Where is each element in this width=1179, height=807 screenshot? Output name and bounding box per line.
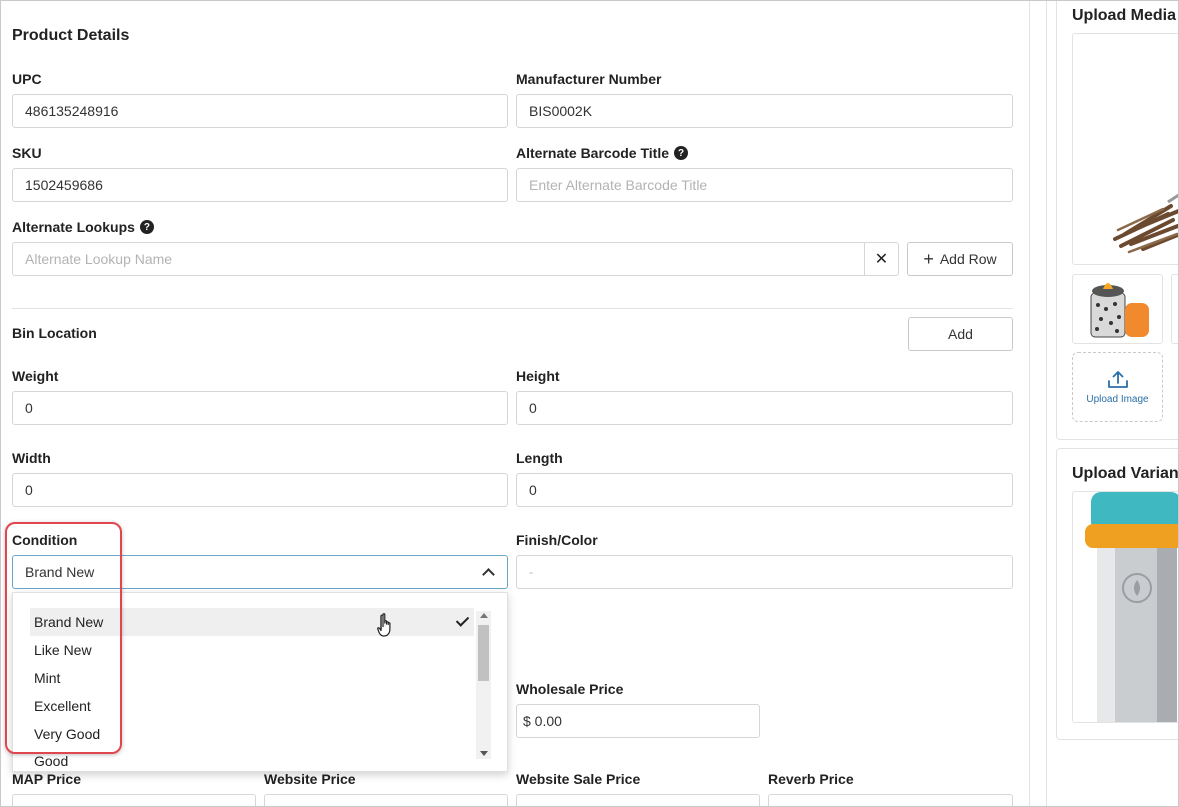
upc-label: UPC (12, 71, 42, 87)
width-input[interactable]: 0 (12, 473, 508, 507)
upload-variant-title: Upload Variant (1072, 465, 1179, 482)
condition-dropdown: Brand New Like New Mint Excellent Very G… (12, 592, 508, 772)
weight-input[interactable]: 0 (12, 391, 508, 425)
plus-icon: + (923, 249, 934, 269)
product-thumbnail[interactable] (1072, 274, 1163, 344)
finish-color-input[interactable]: - (516, 555, 1013, 589)
sku-input[interactable]: 1502459686 (12, 168, 508, 202)
condition-option[interactable]: Very Good (30, 720, 474, 748)
map-price-label: MAP Price (12, 771, 81, 787)
website-sale-price-input[interactable] (516, 794, 760, 807)
upload-icon (1107, 370, 1128, 388)
manufacturer-number-input[interactable]: BIS0002K (516, 94, 1013, 128)
check-icon (455, 613, 470, 627)
condition-option[interactable]: Good (34, 753, 68, 769)
width-label: Width (12, 450, 51, 466)
height-input[interactable]: 0 (516, 391, 1013, 425)
upload-image-button[interactable]: Upload Image (1072, 352, 1163, 422)
stove-thumbnail-picture (1090, 283, 1149, 338)
add-bin-location-button[interactable]: Add (908, 317, 1013, 351)
alternate-lookup-input[interactable]: Alternate Lookup Name (13, 243, 864, 275)
dropdown-scrollbar[interactable] (476, 611, 491, 759)
finish-color-label: Finish/Color (516, 532, 598, 548)
condition-option[interactable]: Excellent (30, 692, 474, 720)
manufacturer-number-label: Manufacturer Number (516, 71, 662, 87)
wholesale-price-input[interactable]: $ 0.00 (516, 704, 760, 738)
condition-option[interactable]: Mint (30, 664, 474, 692)
alternate-barcode-title-input[interactable]: Enter Alternate Barcode Title (516, 168, 1013, 202)
alternate-lookup-field: Alternate Lookup Name ✕ (12, 242, 899, 276)
product-main-image[interactable] (1072, 33, 1179, 265)
condition-label: Condition (12, 532, 78, 548)
height-label: Height (516, 368, 560, 384)
hand-pointer-cursor-icon (377, 613, 391, 637)
variant-image[interactable] (1072, 491, 1179, 723)
condition-select[interactable]: Brand New (12, 555, 508, 589)
upc-input[interactable]: 486135248916 (12, 94, 508, 128)
reverb-price-label: Reverb Price (768, 771, 854, 787)
bin-location-label: Bin Location (12, 325, 97, 341)
map-price-input[interactable] (12, 794, 256, 807)
help-icon[interactable]: ? (139, 220, 154, 234)
product-image-picture (1113, 193, 1179, 254)
length-label: Length (516, 450, 563, 466)
divider (12, 308, 1013, 309)
sku-label: SKU (12, 145, 42, 161)
scroll-down-arrow-icon[interactable] (480, 751, 488, 756)
add-row-label: Add Row (939, 251, 997, 267)
help-icon[interactable]: ? (674, 146, 689, 160)
variant-image-picture (1085, 492, 1179, 722)
condition-option[interactable]: Brand New (30, 608, 474, 636)
weight-label: Weight (12, 368, 59, 384)
add-row-button[interactable]: + Add Row (907, 242, 1013, 276)
length-input[interactable]: 0 (516, 473, 1013, 507)
website-price-input[interactable] (264, 794, 508, 807)
upload-media-title: Upload Media (1072, 7, 1177, 24)
alternate-lookups-label: Alternate Lookups ? (12, 219, 154, 235)
reverb-price-input[interactable] (768, 794, 1013, 807)
product-thumbnail[interactable] (1171, 274, 1179, 344)
chevron-up-icon (482, 568, 495, 581)
clear-icon[interactable]: ✕ (864, 243, 898, 275)
scrollbar-thumb[interactable] (478, 625, 489, 681)
scroll-up-arrow-icon[interactable] (480, 613, 488, 618)
wholesale-price-label: Wholesale Price (516, 681, 624, 697)
website-price-label: Website Price (264, 771, 356, 787)
section-title: Product Details (12, 27, 130, 44)
alternate-barcode-title-label: Alternate Barcode Title ? (516, 145, 689, 161)
website-sale-price-label: Website Sale Price (516, 771, 641, 787)
upload-image-label: Upload Image (1086, 393, 1149, 405)
condition-selected-value: Brand New (25, 564, 95, 580)
product-details-form: Product Details UPC 486135248916 Manufac… (0, 0, 1030, 807)
condition-option[interactable]: Like New (30, 636, 474, 664)
